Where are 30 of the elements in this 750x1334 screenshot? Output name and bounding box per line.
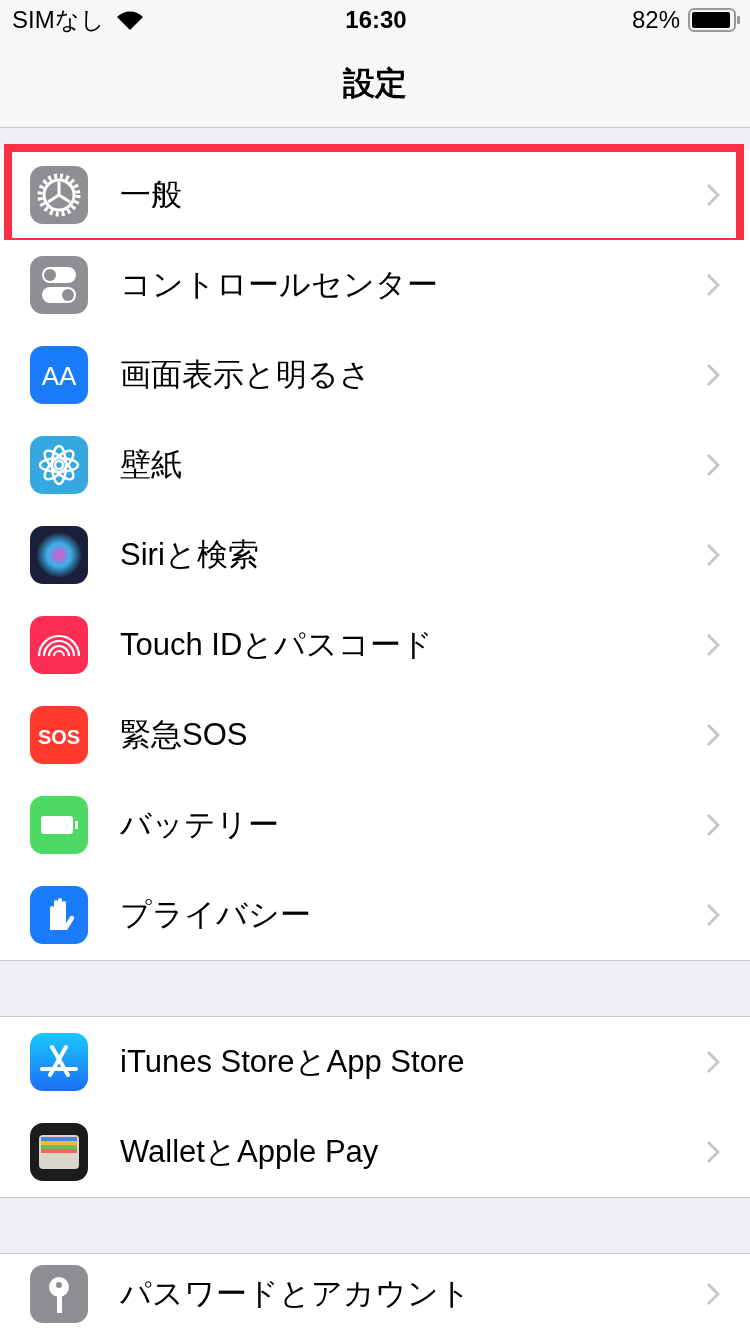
- chevron-icon: [706, 1139, 720, 1164]
- battery-icon: [688, 8, 740, 32]
- carrier-label: SIMなし: [12, 5, 105, 35]
- clock: 16:30: [345, 6, 407, 34]
- chevron-icon: [706, 452, 720, 477]
- app-icon: [30, 1033, 88, 1091]
- app-icon: AA: [30, 346, 88, 404]
- chevron-icon: [706, 812, 720, 837]
- battery-percent: 82%: [631, 6, 680, 34]
- page-title: 設定: [343, 63, 407, 103]
- chevron-icon: [706, 1281, 720, 1306]
- app-icon: [30, 1123, 88, 1181]
- app-icon: SOS: [30, 706, 88, 764]
- app-icon: [30, 796, 88, 854]
- chevron-icon: [706, 362, 720, 387]
- chevron-icon: [706, 902, 720, 927]
- app-icon: [30, 1265, 88, 1323]
- chevron-icon: [706, 542, 720, 567]
- app-icon: [30, 256, 88, 314]
- app-icon: [30, 436, 88, 494]
- chevron-icon: [706, 182, 720, 207]
- app-icon: [30, 166, 88, 224]
- chevron-icon: [706, 722, 720, 747]
- chevron-icon: [706, 632, 720, 657]
- chevron-icon: [706, 1049, 720, 1074]
- app-icon: [30, 526, 88, 584]
- app-icon: [30, 616, 88, 674]
- wifi-icon: [116, 10, 143, 30]
- chevron-icon: [706, 272, 720, 297]
- app-icon: [30, 886, 88, 944]
